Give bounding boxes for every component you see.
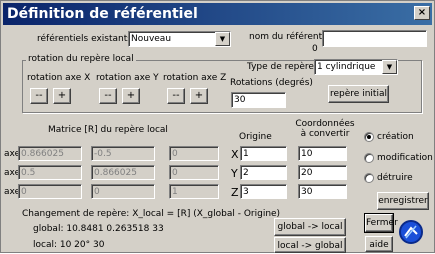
convertir-z-input[interactable]: 30: [298, 184, 347, 199]
referentiels-label: référentiels existants:: [37, 34, 135, 44]
chevron-down-icon[interactable]: ▼: [382, 60, 397, 74]
matrix-cell: 1: [169, 184, 219, 199]
rotation-axe-z-label: rotation axe Z: [163, 73, 227, 83]
referentiel-select[interactable]: Nouveau ▼: [128, 31, 231, 47]
matrix-cell: 0: [169, 146, 219, 161]
rotation-x-plus-button[interactable]: +: [53, 88, 71, 104]
matrix-cell: 0: [91, 184, 155, 199]
rotation-y-minus-button[interactable]: --: [99, 88, 117, 104]
origine-label-x: X: [231, 148, 239, 161]
convertir-title: Coordonnées à convertir: [295, 119, 355, 139]
chevron-down-icon[interactable]: ▼: [215, 32, 230, 46]
radio-creation-label: création: [377, 132, 414, 142]
convertir-x-input[interactable]: 10: [298, 146, 347, 161]
app-logo-icon: [399, 220, 423, 244]
rotations-input[interactable]: 30: [231, 92, 286, 108]
type-repere-select[interactable]: 1 cylindrique ▼: [314, 59, 398, 75]
referentiel-select-value: Nouveau: [131, 34, 172, 44]
repere-initial-button[interactable]: repère initial: [328, 85, 389, 103]
radio-modification[interactable]: [364, 153, 374, 163]
global-to-local-button[interactable]: global -> local: [274, 218, 346, 236]
matrix-cell: 0: [18, 184, 82, 199]
rotation-y-plus-button[interactable]: +: [122, 88, 140, 104]
type-repere-label: Type de repère:: [247, 62, 318, 72]
nom-index: 0: [312, 44, 318, 54]
radio-detruire[interactable]: [364, 173, 374, 183]
type-repere-value: 1 cylindrique: [317, 62, 376, 72]
rotation-group-title: rotation du repère local: [26, 54, 136, 64]
close-button[interactable]: ×: [414, 6, 430, 20]
origine-z-input[interactable]: 3: [240, 184, 287, 199]
matrix-cell: 0.866025: [91, 165, 155, 180]
rotation-x-minus-button[interactable]: --: [30, 88, 48, 104]
rotation-z-minus-button[interactable]: --: [167, 88, 185, 104]
local-result: local: 10 20° 30: [33, 240, 105, 250]
matrix-cell: 0.5: [18, 165, 82, 180]
convertir-y-input[interactable]: 20: [298, 165, 347, 180]
fermer-button[interactable]: Fermer: [364, 213, 398, 233]
matrix-cell: 0.866025: [18, 146, 82, 161]
radio-detruire-label: détruire: [377, 173, 413, 183]
local-to-global-button[interactable]: local -> global: [274, 237, 346, 253]
origine-label-y: Y: [231, 167, 238, 180]
aide-button[interactable]: aide: [365, 236, 393, 252]
rotation-z-plus-button[interactable]: +: [190, 88, 208, 104]
rotation-axe-y-label: rotation axe Y: [96, 73, 159, 83]
origine-title: Origine: [239, 132, 272, 142]
window-title: Définition de référentiel: [7, 6, 198, 22]
rotation-axe-x-label: rotation axe X: [27, 73, 91, 83]
matrix-title: Matrice [R] du repère local: [48, 125, 168, 135]
enregistrer-button[interactable]: enregistrer: [377, 192, 429, 210]
title-bar: Définition de référentiel ×: [3, 3, 432, 25]
origine-x-input[interactable]: 1: [240, 146, 287, 161]
origine-y-input[interactable]: 2: [240, 165, 287, 180]
radio-modification-label: modification: [377, 153, 433, 163]
radio-creation[interactable]: [364, 132, 374, 142]
global-result: global: 10.8481 0.263518 33: [33, 224, 164, 234]
matrix-cell: -0.5: [91, 146, 155, 161]
dialog-window: Définition de référentiel × référentiels…: [0, 0, 435, 253]
rotations-label: Rotations (degrés): [230, 78, 313, 88]
origine-label-z: Z: [231, 186, 239, 199]
matrix-cell: 0: [169, 165, 219, 180]
nom-input[interactable]: [322, 30, 427, 47]
formula-text: Changement de repère: X_local = [R] (X_g…: [22, 209, 281, 219]
